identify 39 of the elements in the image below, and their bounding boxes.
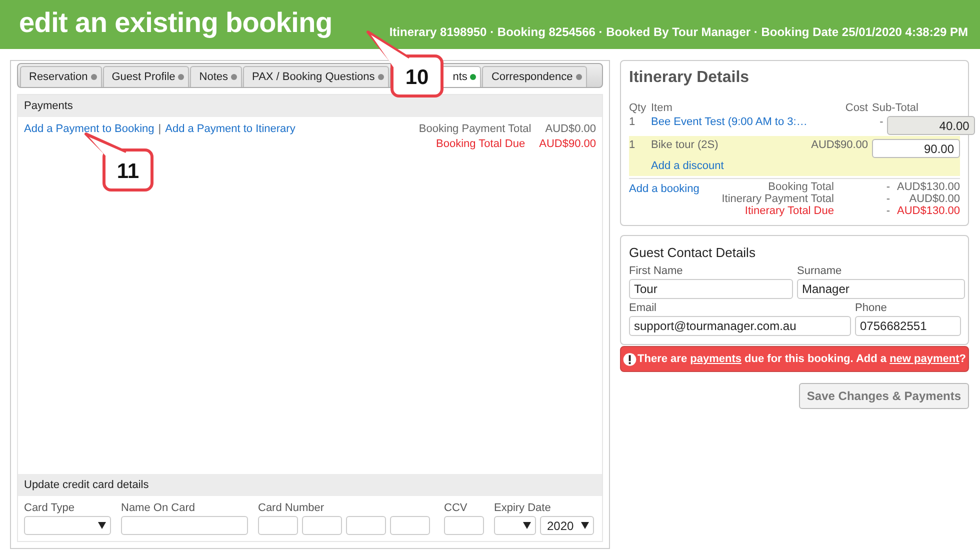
column-header: Sub-Total (872, 102, 920, 114)
page-title: edit an existing booking (19, 6, 332, 38)
total-value: AUD$0.00 (908, 193, 960, 205)
field-label: Phone (855, 302, 888, 314)
total-label: Booking Payment Total (418, 123, 532, 135)
total-value: AUD$90.00 (539, 138, 596, 150)
field-label: CCV (444, 502, 468, 514)
total-label: Booking Total (767, 181, 834, 193)
separator: | (158, 123, 162, 135)
column-header: Qty (629, 102, 648, 114)
total-value: AUD$0.00 (545, 123, 596, 135)
total-value: AUD$130.00 (896, 205, 960, 217)
booking-info: Itinerary 8198950 · Booking 8254566 · Booked By Tour Manager · Booking Date 25/01/2020 4:38:29 PM (389, 24, 968, 38)
total-label: Itinerary Payment Total (722, 193, 834, 205)
total-label: Itinerary Total Due (744, 205, 834, 217)
alert-message: There are payments due for this booking. Add a new payment? (638, 353, 966, 365)
field-label: Email (629, 302, 658, 314)
section-header: Update credit card details (18, 474, 602, 496)
dash: - (885, 205, 891, 217)
panel-title: Itinerary Details (629, 69, 750, 87)
section-header: Payments (18, 95, 602, 117)
column-header: Cost (844, 102, 869, 114)
table-cell-text: - (878, 116, 884, 128)
field-label: Name On Card (121, 502, 196, 514)
table-cell: Bike tour (2S) (651, 139, 718, 151)
field-label: First Name (629, 265, 684, 277)
field-label: Expiry Date (494, 502, 552, 514)
total-label: Booking Total Due (436, 138, 526, 150)
table-cell-text: 1 (629, 116, 636, 128)
dash: - (885, 193, 891, 205)
column-header: Item (651, 102, 674, 114)
field-label: Surname (797, 265, 843, 277)
dash: - (885, 181, 891, 193)
field-label: Card Type (24, 502, 76, 514)
table-cell-text: AUD$90.00 (810, 139, 869, 151)
total-value: AUD$130.00 (896, 181, 960, 193)
field-label: Card Number (258, 502, 326, 514)
table-cell-text: 1 (629, 139, 636, 151)
panel-title: Guest Contact Details (629, 245, 756, 260)
